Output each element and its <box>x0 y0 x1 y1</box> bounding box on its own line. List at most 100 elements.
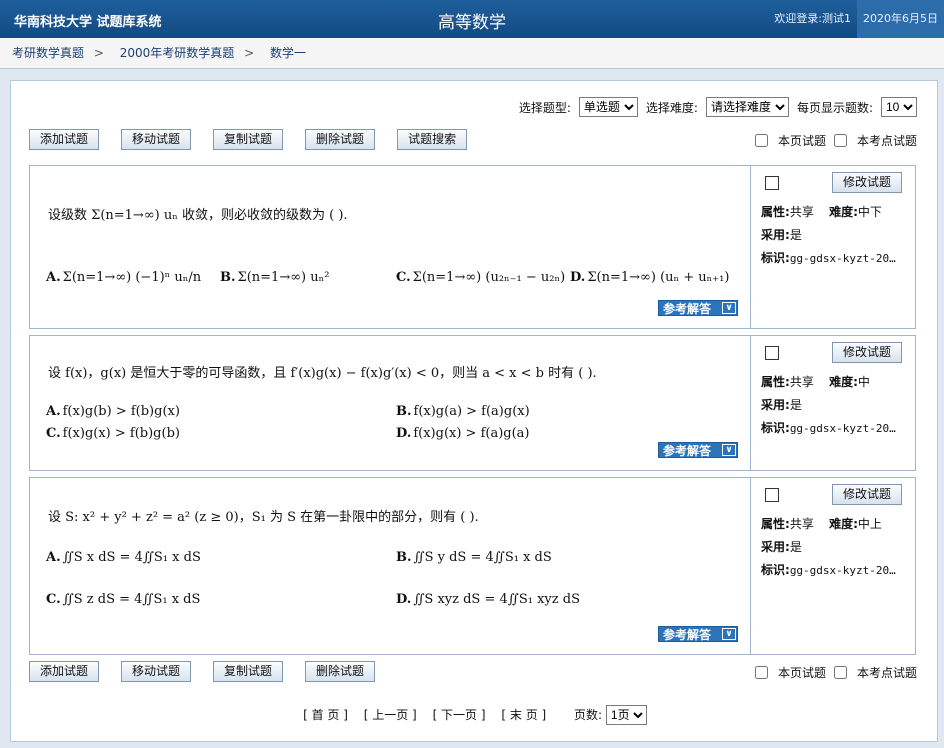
attr-value: 共享 <box>789 205 814 219</box>
difficulty-value: 中下 <box>857 205 882 219</box>
top-bar: 华南科技大学 试题库系统 高等数学 欢迎登录:测试1 2020年6月5日 <box>0 0 944 38</box>
difficulty-key: 难度: <box>829 205 858 219</box>
breadcrumb-item-3[interactable]: 数学一 <box>270 46 306 60</box>
select-checks-top: 本页试题 本考点试题 <box>754 132 917 149</box>
add-question-button[interactable]: 添加试题 <box>29 129 100 150</box>
option-a: A. Σ(n=1→∞) (−1)ⁿ uₙ/n <box>46 270 201 285</box>
question-side: 修改试题 属性:共享 难度:中 采用:是 标识:gg-gdsx-kyzt-20… <box>750 336 914 470</box>
option-label: B. <box>396 404 412 419</box>
select-page-checkbox[interactable] <box>754 134 768 147</box>
difficulty-key: 难度: <box>829 517 858 531</box>
perpage-select[interactable]: 10 <box>881 97 917 117</box>
question-checkbox[interactable] <box>765 488 779 502</box>
select-page-label: 本页试题 <box>777 134 826 148</box>
tag-value: gg-gdsx-kyzt-20… <box>789 422 896 435</box>
question-body: 设 S: x² + y² + z² = a² (z ≥ 0)，S₁ 为 S 在第… <box>30 478 750 654</box>
option-label: A. <box>46 550 61 565</box>
reference-answer-label: 参考解答 <box>663 628 712 642</box>
question-side: 修改试题 属性:共享 难度:中下 采用:是 标识:gg-gdsx-kyzt-20… <box>750 166 914 328</box>
first-page-link[interactable]: [ 首 页 ] <box>303 708 348 722</box>
user-status: 欢迎登录:测试1 2020年6月5日 <box>768 0 944 38</box>
last-page-link[interactable]: [ 末 页 ] <box>501 708 546 722</box>
chevron-down-icon: ∨ <box>722 628 736 640</box>
breadcrumb: 考研数学真题 > 2000年考研数学真题 > 数学一 <box>0 38 944 69</box>
option-label: D. <box>396 592 412 607</box>
option-label: C. <box>396 270 411 285</box>
edit-question-button[interactable]: 修改试题 <box>831 342 902 363</box>
option-text: ∬S z dS = 4∬S₁ x dS <box>62 592 201 607</box>
tag-value: gg-gdsx-kyzt-20… <box>789 564 896 577</box>
date-text: 2020年6月5日 <box>857 0 944 38</box>
question-body: 设级数 Σ(n=1→∞) uₙ 收敛，则必收敛的级数为 ( ). A. Σ(n=1… <box>30 166 750 328</box>
option-label: A. <box>46 270 61 285</box>
question-meta: 属性:共享 难度:中下 采用:是 标识:gg-gdsx-kyzt-20… <box>761 201 896 270</box>
option-c: C. Σ(n=1→∞) (u₂ₙ₋₁ − u₂ₙ) <box>396 270 565 285</box>
option-text: ∬S xyz dS = 4∬S₁ xyz dS <box>413 592 580 607</box>
meta-row: 标识:gg-gdsx-kyzt-20… <box>761 247 896 270</box>
use-label: 采用: <box>761 398 790 412</box>
edit-question-button[interactable]: 修改试题 <box>831 172 902 193</box>
meta-row: 属性:共享 难度:中上 <box>761 513 896 536</box>
breadcrumb-separator: > <box>93 46 104 60</box>
difficulty-value: 中上 <box>857 517 882 531</box>
question-stem: 设级数 Σ(n=1→∞) uₙ 收敛，则必收敛的级数为 ( ). <box>48 208 348 223</box>
delete-question-button[interactable]: 删除试题 <box>305 661 376 682</box>
option-c: C. f(x)g(x) > f(b)g(b) <box>46 426 180 441</box>
reference-answer-button[interactable]: 参考解答 ∨ <box>658 442 738 458</box>
move-question-button[interactable]: 移动试题 <box>121 129 192 150</box>
tag-label: 标识: <box>761 421 790 435</box>
option-text: Σ(n=1→∞) uₙ² <box>237 270 330 285</box>
question-stem: 设 f(x)，g(x) 是恒大于零的可导函数，且 f′(x)g(x) − f(x… <box>48 366 597 381</box>
select-point-checkbox[interactable] <box>833 134 847 147</box>
select-point-checkbox[interactable] <box>833 666 847 679</box>
meta-row: 标识:gg-gdsx-kyzt-20… <box>761 417 896 440</box>
reference-answer-label: 参考解答 <box>663 444 712 458</box>
question-card: 设 S: x² + y² + z² = a² (z ≥ 0)，S₁ 为 S 在第… <box>29 477 916 655</box>
reference-answer-button[interactable]: 参考解答 ∨ <box>658 300 738 316</box>
chevron-down-icon: ∨ <box>722 302 736 314</box>
breadcrumb-item-2[interactable]: 2000年考研数学真题 <box>120 46 235 60</box>
delete-question-button[interactable]: 删除试题 <box>305 129 376 150</box>
difficulty-key: 难度: <box>829 375 858 389</box>
question-checkbox[interactable] <box>765 346 779 360</box>
select-page-checkbox[interactable] <box>754 666 768 679</box>
tag-value: gg-gdsx-kyzt-20… <box>789 252 896 265</box>
attr-value: 共享 <box>789 375 814 389</box>
chevron-down-icon: ∨ <box>722 444 736 456</box>
prev-page-link[interactable]: [ 上一页 ] <box>364 708 417 722</box>
copy-question-button[interactable]: 复制试题 <box>213 129 284 150</box>
option-a: A. f(x)g(b) > f(b)g(x) <box>46 404 180 419</box>
reference-answer-label: 参考解答 <box>663 302 712 316</box>
meta-row: 属性:共享 难度:中 <box>761 371 896 394</box>
option-b: B. f(x)g(a) > f(a)g(x) <box>396 404 530 419</box>
question-checkbox[interactable] <box>765 176 779 190</box>
search-question-button[interactable]: 试题搜索 <box>397 129 468 150</box>
option-label: A. <box>46 404 61 419</box>
option-label: C. <box>46 426 61 441</box>
add-question-button[interactable]: 添加试题 <box>29 661 100 682</box>
move-question-button[interactable]: 移动试题 <box>121 661 192 682</box>
difficulty-label: 选择难度: <box>645 100 698 115</box>
tag-label: 标识: <box>761 563 790 577</box>
option-label: C. <box>46 592 61 607</box>
pages-label: 页数: <box>574 708 603 722</box>
page-select[interactable]: 1页 <box>605 705 647 725</box>
question-meta: 属性:共享 难度:中上 采用:是 标识:gg-gdsx-kyzt-20… <box>761 513 896 582</box>
copy-question-button[interactable]: 复制试题 <box>213 661 284 682</box>
type-label: 选择题型: <box>518 100 571 115</box>
question-type-select[interactable]: 单选题 <box>578 97 638 117</box>
option-text: ∬S y dS = 4∬S₁ x dS <box>413 550 552 565</box>
difficulty-value: 中 <box>857 375 870 389</box>
difficulty-select[interactable]: 请选择难度 <box>705 97 789 117</box>
breadcrumb-separator: > <box>244 46 255 60</box>
meta-row: 采用:是 <box>761 224 896 247</box>
option-b: B. ∬S y dS = 4∬S₁ x dS <box>396 550 552 565</box>
option-text: Σ(n=1→∞) (uₙ + uₙ₊₁) <box>587 270 730 285</box>
next-page-link[interactable]: [ 下一页 ] <box>433 708 486 722</box>
edit-question-button[interactable]: 修改试题 <box>831 484 902 505</box>
option-d: D. ∬S xyz dS = 4∬S₁ xyz dS <box>396 592 580 607</box>
breadcrumb-item-1[interactable]: 考研数学真题 <box>12 46 84 60</box>
use-value: 是 <box>789 540 802 554</box>
attr-value: 共享 <box>789 517 814 531</box>
reference-answer-button[interactable]: 参考解答 ∨ <box>658 626 738 642</box>
